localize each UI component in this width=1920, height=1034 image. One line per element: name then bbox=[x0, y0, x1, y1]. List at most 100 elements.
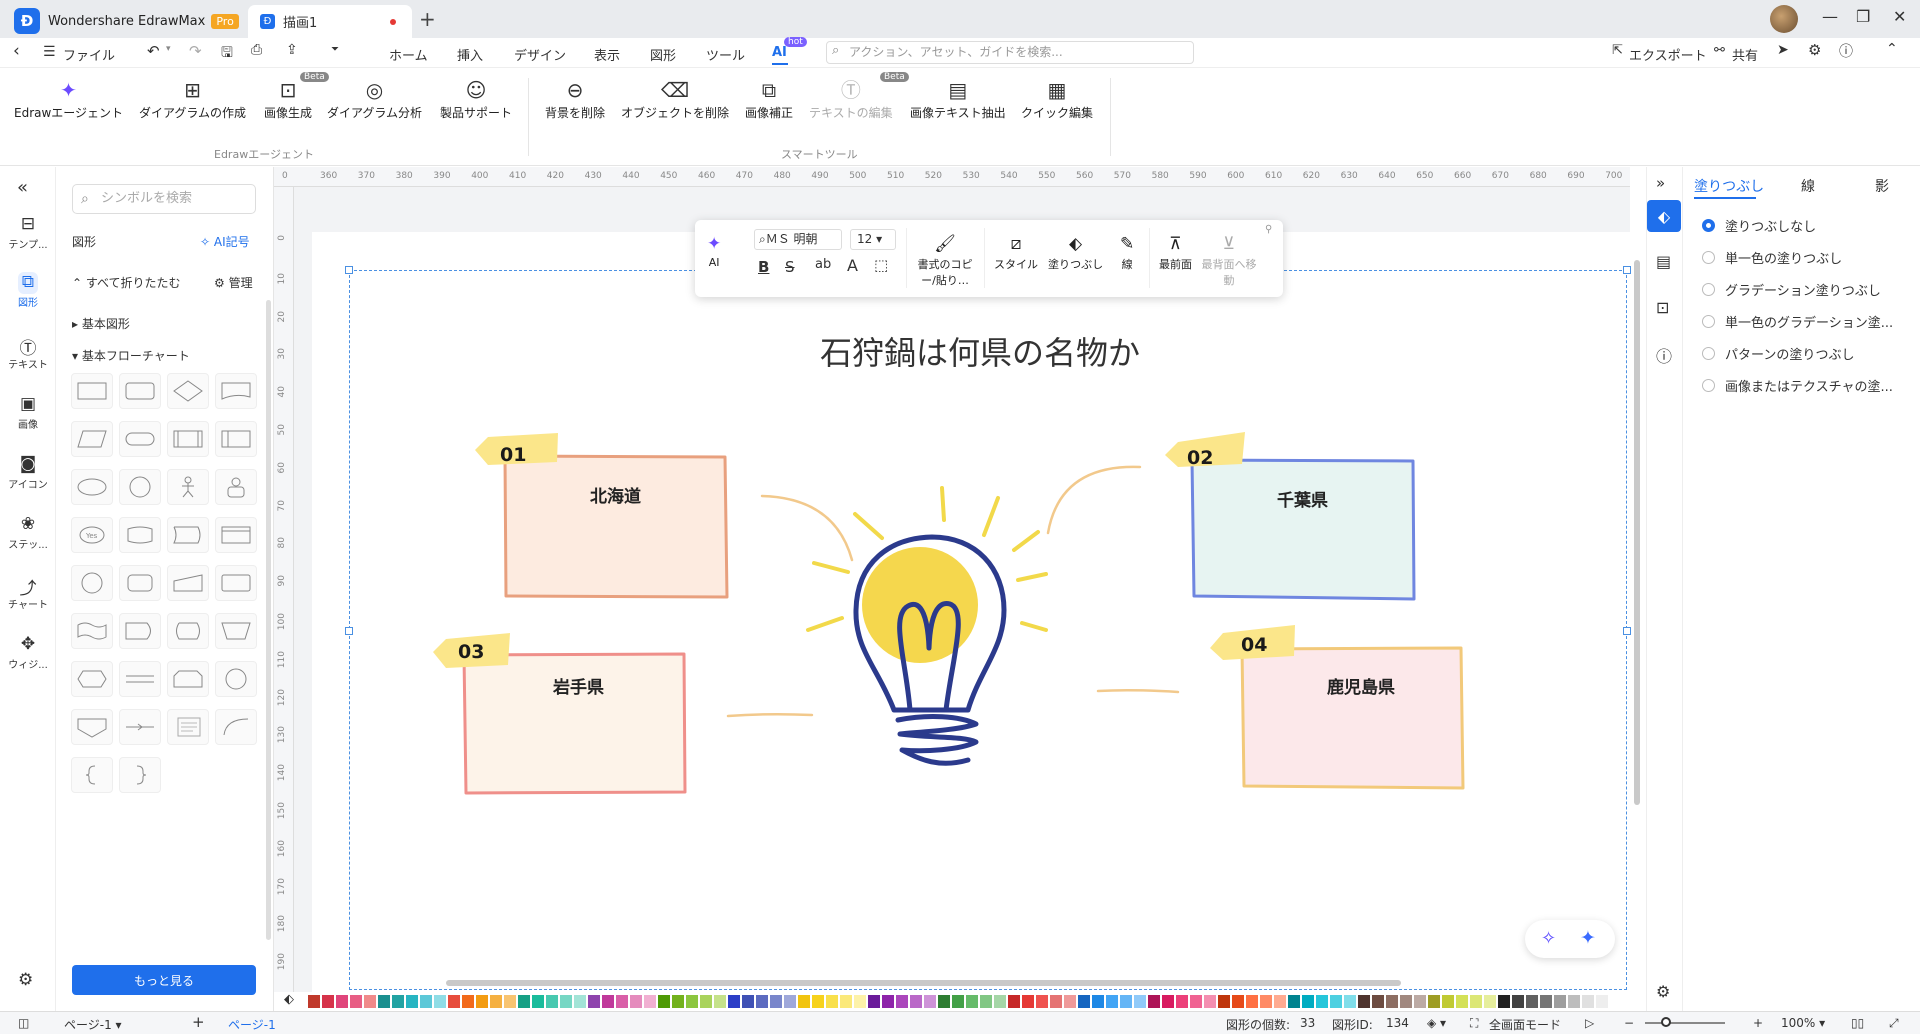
font-color-icon[interactable]: A bbox=[847, 256, 858, 275]
tab-insert[interactable]: 挿入 bbox=[457, 45, 483, 64]
help-icon[interactable]: ⓘ bbox=[1839, 41, 1853, 61]
rail-templates[interactable]: ⊟ テンプ... bbox=[0, 214, 56, 251]
flowchart-shape-item[interactable] bbox=[167, 565, 209, 601]
color-swatch[interactable] bbox=[490, 995, 502, 1008]
minimize-icon[interactable]: — bbox=[1822, 7, 1838, 26]
color-swatch[interactable] bbox=[1330, 995, 1342, 1008]
product-support-button[interactable]: ☺ 製品サポート bbox=[440, 76, 512, 121]
color-swatch[interactable] bbox=[882, 995, 894, 1008]
color-swatch[interactable] bbox=[378, 995, 390, 1008]
flowchart-shape-item[interactable] bbox=[167, 517, 209, 553]
book-view-icon[interactable]: ▯▯ bbox=[1851, 1016, 1864, 1030]
color-swatch[interactable] bbox=[1106, 995, 1118, 1008]
symbol-panel-scrollbar[interactable] bbox=[266, 300, 271, 940]
document-tab[interactable]: Ɖ 描画1 bbox=[248, 5, 412, 38]
color-swatch[interactable] bbox=[1540, 995, 1552, 1008]
send-icon[interactable]: ➤ bbox=[1777, 42, 1789, 58]
category-basic-flowchart[interactable]: ▾ 基本フローチャート bbox=[72, 347, 190, 364]
category-basic-shapes[interactable]: ▸ 基本図形 bbox=[72, 315, 130, 332]
flowchart-shape-item[interactable] bbox=[167, 421, 209, 457]
color-swatch[interactable] bbox=[700, 995, 712, 1008]
help-circle-icon[interactable]: ⓘ bbox=[1656, 343, 1672, 367]
rail-widgets[interactable]: ✥ ウィジ... bbox=[0, 634, 56, 671]
rail-text[interactable]: Ⓣ テキスト bbox=[0, 334, 56, 371]
flowchart-shape-item[interactable] bbox=[119, 469, 161, 505]
flowchart-shape-item[interactable] bbox=[119, 613, 161, 649]
tab-line[interactable]: 線 bbox=[1801, 176, 1815, 196]
share-icon[interactable]: ⚯ bbox=[1714, 43, 1725, 58]
page-select[interactable]: ページ-1 ▾ bbox=[64, 1016, 122, 1033]
color-swatch[interactable] bbox=[1582, 995, 1594, 1008]
flowchart-shape-item[interactable] bbox=[119, 709, 161, 745]
fill-option[interactable]: パターンの塗りつぶし bbox=[1702, 344, 1854, 363]
color-swatch[interactable] bbox=[910, 995, 922, 1008]
radio-button[interactable] bbox=[1702, 251, 1715, 264]
fill-option[interactable]: 画像またはテクスチャの塗... bbox=[1702, 376, 1893, 395]
color-swatch[interactable] bbox=[1498, 995, 1510, 1008]
tab-fill[interactable]: 塗りつぶし bbox=[1694, 176, 1764, 196]
color-swatch[interactable] bbox=[532, 995, 544, 1008]
tab-home[interactable]: ホーム bbox=[389, 45, 428, 64]
color-swatch[interactable] bbox=[1288, 995, 1300, 1008]
color-swatch[interactable] bbox=[518, 995, 530, 1008]
color-swatch[interactable] bbox=[1344, 995, 1356, 1008]
line-button[interactable]: ✎ 線 bbox=[1120, 232, 1134, 272]
color-swatch[interactable] bbox=[854, 995, 866, 1008]
flowchart-shape-item[interactable] bbox=[71, 709, 113, 745]
color-swatch[interactable] bbox=[938, 995, 950, 1008]
color-swatch[interactable] bbox=[686, 995, 698, 1008]
flowchart-shape-item[interactable] bbox=[119, 565, 161, 601]
color-swatch[interactable] bbox=[448, 995, 460, 1008]
flowchart-shape-item[interactable] bbox=[71, 613, 113, 649]
rail-icons[interactable]: ◙ アイコン bbox=[0, 454, 56, 491]
horizontal-scrollbar[interactable] bbox=[446, 980, 1401, 986]
symbol-search-input[interactable]: シンボルを検索 bbox=[72, 184, 256, 214]
color-swatch[interactable] bbox=[434, 995, 446, 1008]
zoom-slider-thumb[interactable] bbox=[1661, 1017, 1671, 1027]
color-swatch[interactable] bbox=[1428, 995, 1440, 1008]
text-box-icon[interactable]: ⬚ bbox=[874, 256, 888, 274]
color-swatch[interactable] bbox=[980, 995, 992, 1008]
color-swatch[interactable] bbox=[1022, 995, 1034, 1008]
tab-view[interactable]: 表示 bbox=[594, 45, 620, 64]
flowchart-shape-item[interactable] bbox=[119, 421, 161, 457]
color-swatch[interactable] bbox=[406, 995, 418, 1008]
tab-shadow[interactable]: 影 bbox=[1875, 176, 1889, 196]
color-swatch[interactable] bbox=[1596, 995, 1608, 1008]
color-swatch[interactable] bbox=[1470, 995, 1482, 1008]
edit-text-button[interactable]: Ⓣ テキストの編集 bbox=[809, 76, 893, 121]
color-swatch[interactable] bbox=[1302, 995, 1314, 1008]
more-shapes-button[interactable]: もっと見る bbox=[72, 965, 256, 995]
color-swatch[interactable] bbox=[476, 995, 488, 1008]
bold-icon[interactable]: B bbox=[758, 258, 769, 276]
tab-shapes[interactable]: 図形 bbox=[650, 45, 676, 64]
edraw-agent-button[interactable]: ✦ Edrawエージェント bbox=[14, 76, 123, 121]
format-painter-button[interactable]: 🖌 書式のコピー/貼り… bbox=[915, 232, 975, 288]
color-swatch[interactable] bbox=[924, 995, 936, 1008]
zoom-slider[interactable] bbox=[1645, 1022, 1725, 1024]
color-swatch[interactable] bbox=[462, 995, 474, 1008]
export-button[interactable]: エクスポート bbox=[1629, 45, 1707, 64]
flowchart-shape-item[interactable] bbox=[215, 469, 257, 505]
flowchart-shape-item[interactable] bbox=[215, 613, 257, 649]
tab-design[interactable]: デザイン bbox=[514, 45, 566, 64]
settings-gear-icon[interactable]: ⚙ bbox=[18, 970, 33, 990]
color-swatch[interactable] bbox=[966, 995, 978, 1008]
card-label-hokkaido[interactable]: 北海道 bbox=[590, 482, 641, 507]
remove-background-button[interactable]: ⊖ 背景を削除 bbox=[545, 76, 605, 121]
color-swatch[interactable] bbox=[812, 995, 824, 1008]
share-button[interactable]: 共有 bbox=[1732, 45, 1758, 64]
radio-button[interactable] bbox=[1702, 379, 1715, 392]
image-enhance-button[interactable]: ⧉ 画像補正 bbox=[745, 76, 793, 121]
font-size-select[interactable]: 12 ▾ bbox=[850, 229, 896, 250]
card-label-iwate[interactable]: 岩手県 bbox=[553, 673, 604, 698]
file-menu[interactable]: ファイル bbox=[63, 45, 115, 64]
new-tab-plus-icon[interactable]: + bbox=[419, 7, 436, 31]
color-swatch[interactable] bbox=[1400, 995, 1412, 1008]
color-swatch[interactable] bbox=[1512, 995, 1524, 1008]
flowchart-shape-item[interactable] bbox=[215, 565, 257, 601]
command-search-input[interactable]: アクション、アセット、ガイドを検索... bbox=[826, 41, 1194, 64]
flowchart-shape-item[interactable] bbox=[71, 373, 113, 409]
tab-tools[interactable]: ツール bbox=[706, 45, 745, 64]
color-swatch[interactable] bbox=[896, 995, 908, 1008]
